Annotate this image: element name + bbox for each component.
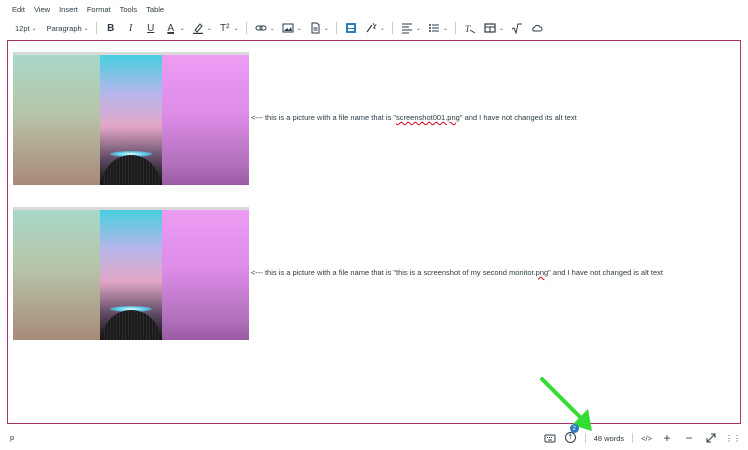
apps-button[interactable] bbox=[341, 20, 361, 36]
image-icon bbox=[281, 21, 295, 35]
toolbar-divider bbox=[335, 22, 337, 34]
image-2-caption: <--- this is a picture with a file name … bbox=[251, 268, 663, 277]
toolbar-divider bbox=[454, 22, 456, 34]
list-icon bbox=[427, 21, 441, 35]
caption-1-prefix: <--- this is a picture with a file name … bbox=[251, 113, 397, 122]
font-size-value: 12pt bbox=[15, 23, 30, 33]
caption-2-prefix: <--- this is a picture with a file name … bbox=[251, 268, 536, 277]
screenshot-image-2[interactable] bbox=[13, 207, 249, 340]
menu-bar: Edit View Insert Format Tools Table bbox=[0, 0, 748, 18]
table-icon bbox=[483, 21, 497, 35]
list-button[interactable]: ⌄ bbox=[424, 20, 451, 36]
highlighter-icon bbox=[191, 21, 205, 35]
keyboard-icon[interactable] bbox=[543, 431, 557, 445]
square-root-icon bbox=[510, 21, 524, 35]
wallpaper-panel-right bbox=[162, 55, 249, 185]
menu-edit[interactable]: Edit bbox=[12, 5, 25, 14]
chevron-down-icon: ⌄ bbox=[379, 25, 385, 32]
toolbar-divider bbox=[95, 22, 97, 34]
clear-formatting-button[interactable]: T bbox=[460, 20, 480, 36]
align-button[interactable]: ⌄ bbox=[397, 20, 424, 36]
menu-tools[interactable]: Tools bbox=[120, 5, 138, 14]
underline-icon: U bbox=[147, 22, 155, 34]
minus-icon[interactable]: − bbox=[682, 431, 696, 445]
table-button[interactable]: ⌄ bbox=[480, 20, 507, 36]
caption-2-extension: png bbox=[535, 268, 549, 277]
chevron-down-icon: ⌄ bbox=[498, 25, 505, 32]
menu-table[interactable]: Table bbox=[146, 5, 164, 14]
block-format-select[interactable]: Paragraph ⌄ bbox=[44, 20, 92, 36]
toolbar-divider bbox=[245, 22, 247, 34]
accessibility-icon: † bbox=[564, 432, 576, 443]
status-bar: p † 2 48 words </> + − ⋮⋮ bbox=[0, 424, 748, 446]
clear-formatting-icon: T bbox=[463, 21, 477, 35]
apps-icon bbox=[344, 21, 358, 35]
annotation-arrow bbox=[540, 377, 592, 431]
image-1-caption: <--- this is a picture with a file name … bbox=[251, 113, 577, 122]
media-button[interactable] bbox=[527, 20, 547, 36]
italic-icon: I bbox=[129, 22, 133, 34]
resize-handle-icon[interactable]: ⋮⋮ bbox=[725, 431, 741, 445]
menu-view[interactable]: View bbox=[34, 5, 50, 14]
superscript-icon: T² bbox=[220, 22, 230, 34]
chevron-down-icon: ⌄ bbox=[179, 25, 185, 32]
chevron-down-icon: ⌄ bbox=[269, 25, 275, 32]
svg-text:T: T bbox=[465, 24, 471, 34]
word-count[interactable]: 48 words bbox=[594, 434, 624, 443]
text-color-icon: A bbox=[167, 22, 175, 34]
menu-format[interactable]: Format bbox=[87, 5, 111, 14]
chevron-down-icon: ⌄ bbox=[415, 25, 421, 32]
wallpaper-panel-left bbox=[13, 55, 100, 185]
editor-toolbar: 12pt ⌄ Paragraph ⌄ B I U A ⌄ ⌄ T² ⌄ ⌄ ⌄ … bbox=[0, 18, 748, 38]
cloud-icon bbox=[530, 21, 544, 35]
link-button[interactable]: ⌄ bbox=[251, 20, 278, 36]
chevron-down-icon: ⌄ bbox=[233, 25, 239, 32]
magic-format-icon bbox=[364, 21, 378, 35]
superscript-button[interactable]: T² ⌄ bbox=[215, 20, 242, 36]
chevron-down-icon: ⌄ bbox=[206, 25, 212, 32]
screenshot-image-1[interactable] bbox=[13, 52, 249, 185]
accessibility-checker-button[interactable]: † 2 bbox=[564, 424, 579, 444]
text-color-button[interactable]: A ⌄ bbox=[161, 20, 188, 36]
highlight-color-button[interactable]: ⌄ bbox=[188, 20, 215, 36]
toolbar-divider bbox=[391, 22, 393, 34]
chevron-down-icon: ⌄ bbox=[442, 25, 448, 32]
bold-button[interactable]: B bbox=[101, 20, 121, 36]
italic-button[interactable]: I bbox=[121, 20, 141, 36]
menu-insert[interactable]: Insert bbox=[59, 5, 78, 14]
chevron-down-icon: ⌄ bbox=[83, 25, 89, 32]
chevron-down-icon: ⌄ bbox=[31, 25, 37, 32]
status-divider bbox=[632, 433, 634, 443]
document-button[interactable]: ⌄ bbox=[305, 20, 332, 36]
editor-content-area[interactable]: <--- this is a picture with a file name … bbox=[7, 40, 741, 424]
image-button[interactable]: ⌄ bbox=[278, 20, 305, 36]
chevron-down-icon: ⌄ bbox=[296, 25, 302, 32]
caption-2-suffix: " and I have not changed is alt text bbox=[548, 268, 663, 277]
expand-icon[interactable] bbox=[704, 431, 718, 445]
wallpaper-panel-center bbox=[100, 210, 162, 340]
caption-1-suffix: " and I have not changed its alt text bbox=[459, 113, 577, 122]
issue-count-badge: 2 bbox=[569, 424, 579, 433]
equation-button[interactable] bbox=[507, 20, 527, 36]
bold-icon: B bbox=[107, 22, 115, 34]
element-path[interactable]: p bbox=[10, 433, 14, 442]
clear-formatting-dropdown[interactable]: ⌄ bbox=[361, 20, 388, 36]
align-left-icon bbox=[400, 21, 414, 35]
font-size-select[interactable]: 12pt ⌄ bbox=[12, 20, 40, 36]
chevron-down-icon: ⌄ bbox=[323, 25, 329, 32]
underline-button[interactable]: U bbox=[141, 20, 161, 36]
plus-icon[interactable]: + bbox=[660, 431, 674, 445]
wallpaper-panel-left bbox=[13, 210, 100, 340]
caption-1-filename: screenshot001.png bbox=[396, 113, 460, 122]
document-icon bbox=[308, 21, 322, 35]
wallpaper-panel-center bbox=[100, 55, 162, 185]
status-actions: † 2 48 words </> + − ⋮⋮ bbox=[543, 424, 741, 445]
block-format-value: Paragraph bbox=[46, 23, 82, 33]
wallpaper-panel-right bbox=[162, 210, 249, 340]
status-divider bbox=[584, 433, 586, 443]
speaker-dome bbox=[102, 155, 160, 185]
link-icon bbox=[254, 21, 268, 35]
speaker-dome bbox=[102, 310, 160, 340]
html-editor-toggle[interactable]: </> bbox=[641, 434, 652, 443]
